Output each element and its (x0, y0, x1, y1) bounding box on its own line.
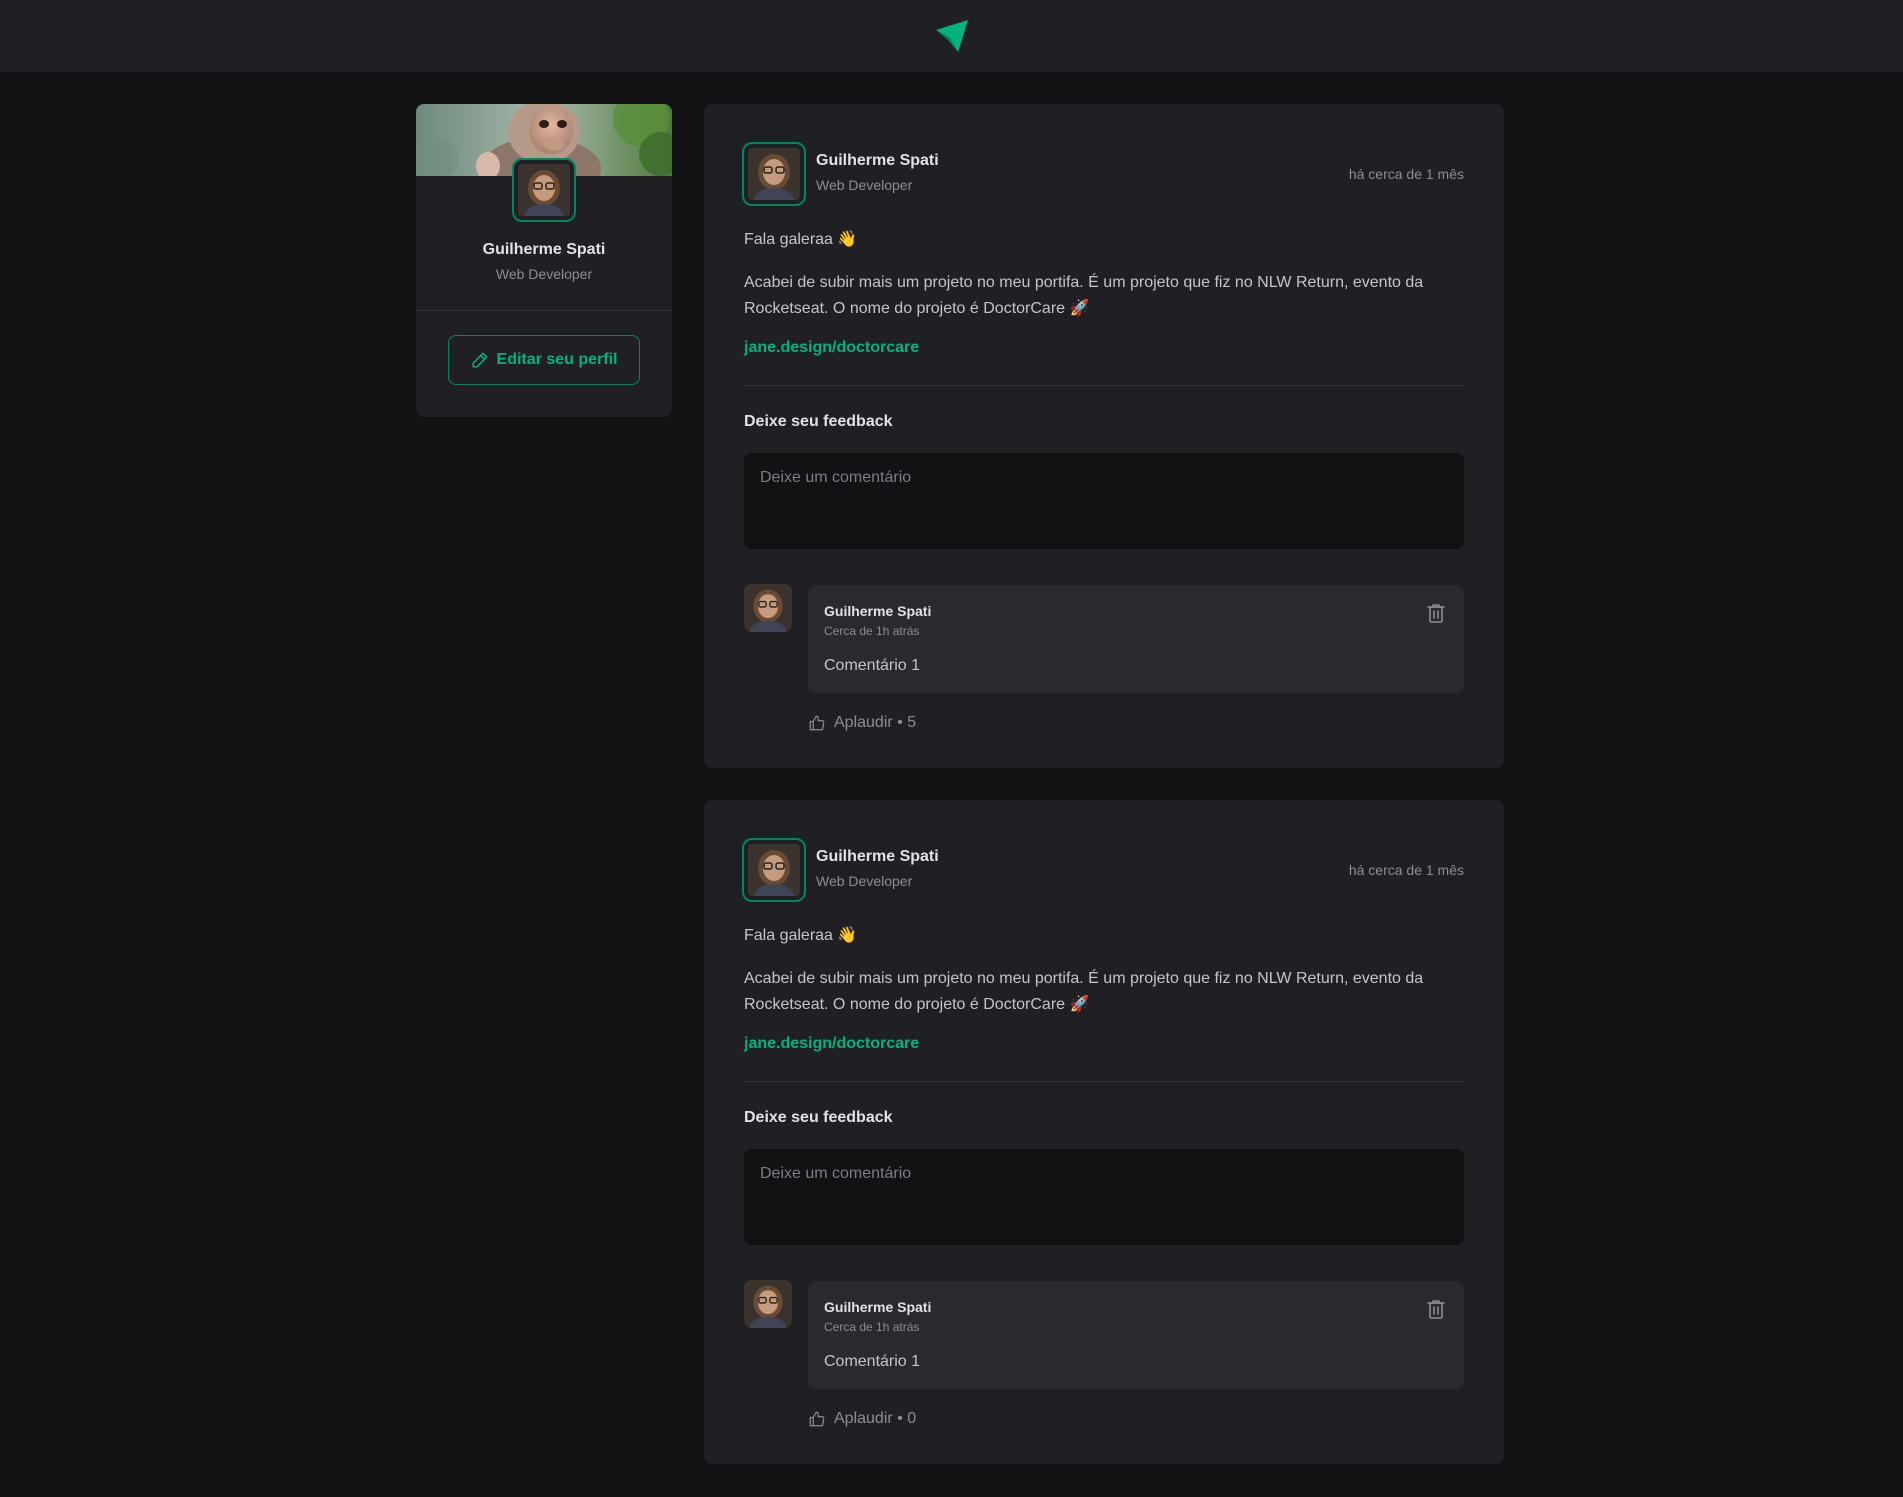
trash-icon[interactable] (1424, 1297, 1448, 1321)
profile-role: Web Developer (495, 266, 593, 282)
edit-profile-label: Editar seu perfil (496, 351, 618, 368)
post-author-avatar[interactable] (742, 838, 806, 902)
top-header (0, 0, 1903, 72)
post-card: Guilherme Spati Web Developer há cerca d… (704, 104, 1504, 768)
comment-timestamp: Cerca de 1h atrás (824, 624, 920, 638)
comment-author-name: Guilherme Spati (824, 603, 932, 619)
profile-card: Guilherme Spati Web Developer Editar seu… (416, 104, 672, 417)
applaud-button[interactable]: Aplaudir • 0 (808, 1407, 916, 1431)
divider (416, 310, 672, 311)
post-card: Guilherme Spati Web Developer há cerca d… (704, 800, 1504, 1464)
applaud-button[interactable]: Aplaudir • 5 (808, 711, 916, 735)
trash-icon[interactable] (1424, 601, 1448, 625)
pencil-icon (472, 352, 488, 368)
comment-author-avatar[interactable] (744, 584, 792, 632)
comment-author-avatar[interactable] (744, 1280, 792, 1328)
feedback-title: Deixe seu feedback (744, 413, 893, 430)
comment-box: Guilherme Spati Cerca de 1h atrás Coment… (808, 1281, 1464, 1389)
post-body: Acabei de subir mais um projeto no meu p… (744, 970, 1424, 1013)
post-greeting: Fala galeraa 👋 (744, 927, 858, 944)
comment-input[interactable] (744, 453, 1464, 549)
divider (744, 385, 1464, 386)
divider (744, 1081, 1464, 1082)
applaud-label: Aplaudir • 0 (834, 1410, 917, 1427)
comment-text: Comentário 1 (824, 657, 921, 674)
paper-plane-logo-icon[interactable] (934, 18, 970, 54)
post-timestamp: há cerca de 1 mês (1348, 166, 1464, 182)
post-greeting: Fala galeraa 👋 (744, 231, 858, 248)
comment-text: Comentário 1 (824, 1353, 921, 1370)
post-timestamp: há cerca de 1 mês (1348, 862, 1464, 878)
comment-author-name: Guilherme Spati (824, 1299, 932, 1315)
post-link[interactable]: jane.design/doctorcare (744, 1035, 919, 1053)
post-author-avatar[interactable] (742, 142, 806, 206)
post-link[interactable]: jane.design/doctorcare (744, 339, 919, 357)
thumbs-up-icon (809, 715, 825, 731)
post-author-role: Web Developer (816, 873, 913, 889)
comment-timestamp: Cerca de 1h atrás (824, 1320, 920, 1334)
post-body: Acabei de subir mais um projeto no meu p… (744, 274, 1424, 317)
post-author-name: Guilherme Spati (816, 848, 939, 865)
feedback-title: Deixe seu feedback (744, 1109, 893, 1126)
edit-profile-button[interactable]: Editar seu perfil (448, 335, 640, 385)
profile-avatar[interactable] (512, 158, 576, 222)
comment-input[interactable] (744, 1149, 1464, 1245)
thumbs-up-icon (809, 1411, 825, 1427)
post-author-name: Guilherme Spati (816, 152, 939, 169)
profile-name: Guilherme Spati (482, 241, 606, 258)
applaud-label: Aplaudir • 5 (834, 714, 917, 731)
post-author-role: Web Developer (816, 177, 913, 193)
comment-box: Guilherme Spati Cerca de 1h atrás Coment… (808, 585, 1464, 693)
